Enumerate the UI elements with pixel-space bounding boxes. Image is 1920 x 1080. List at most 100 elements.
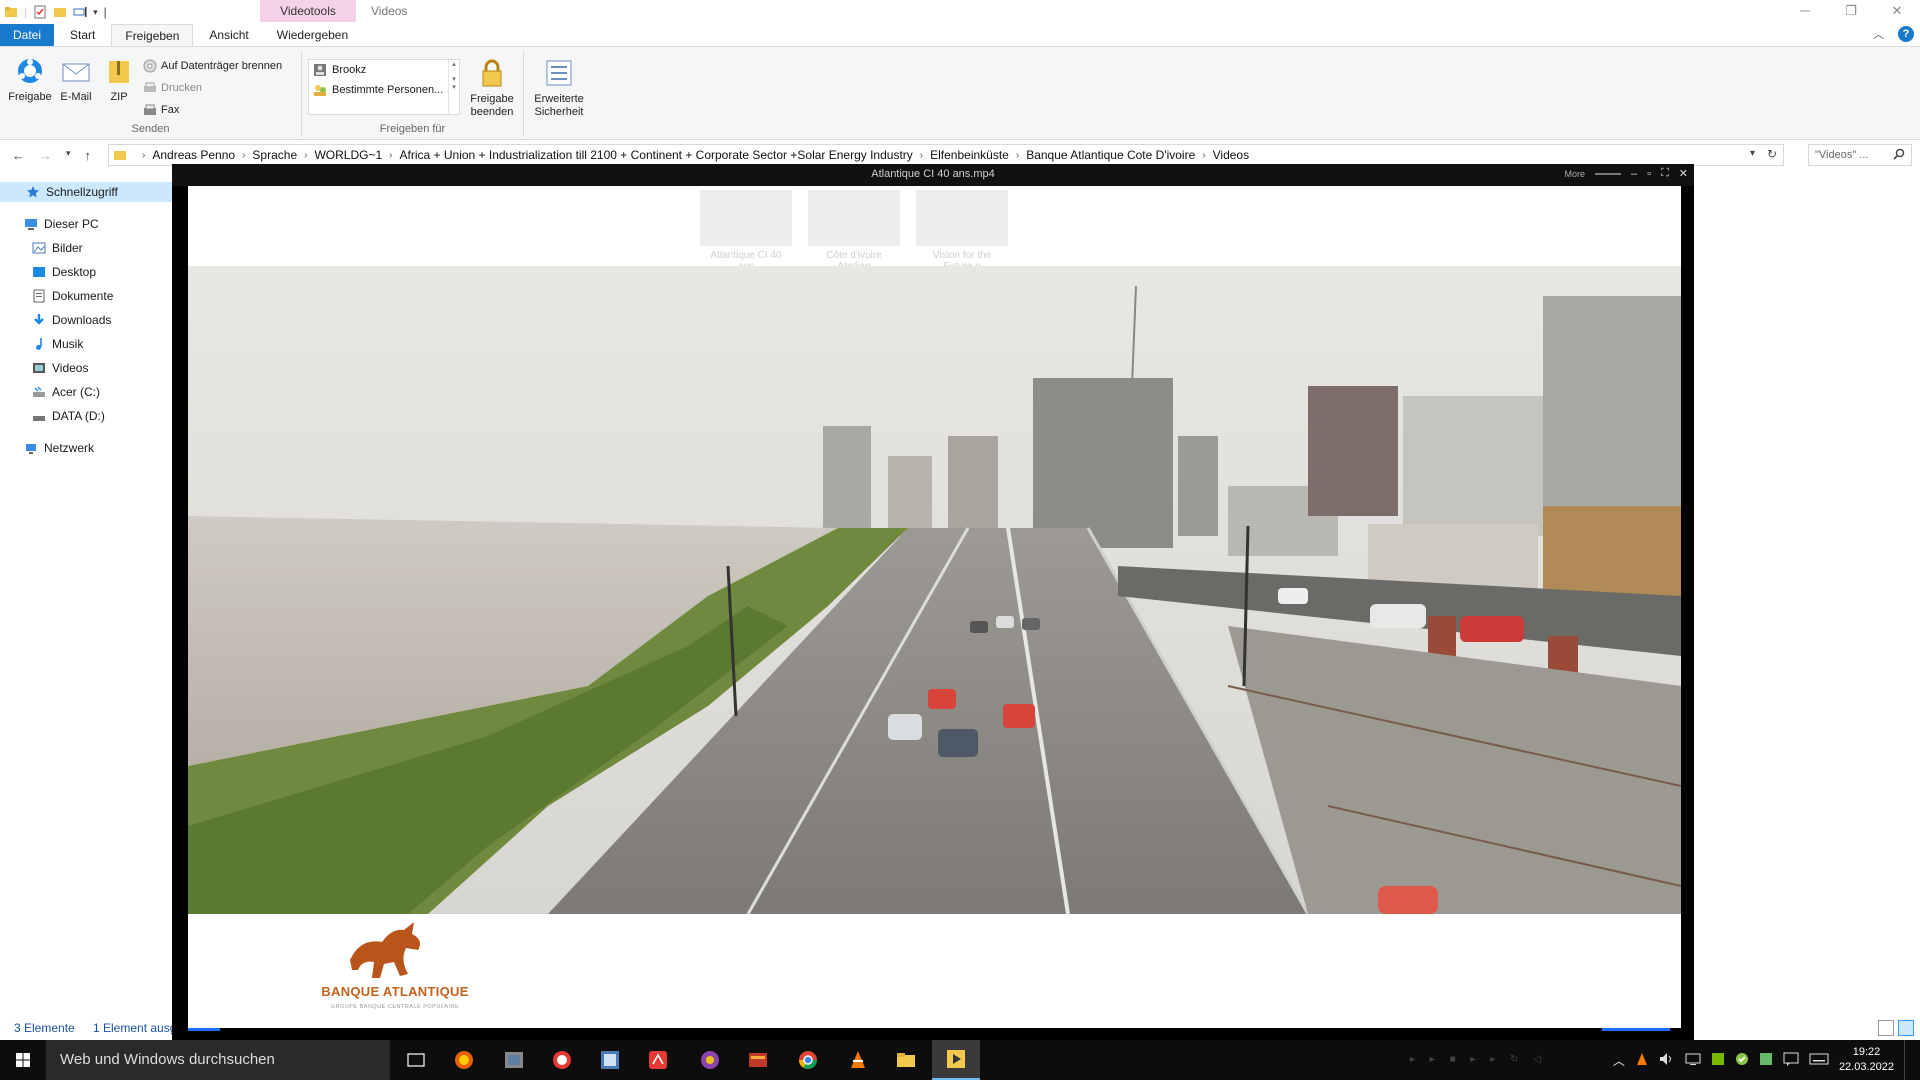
system-clock[interactable]: 19:22 22.03.2022 <box>1839 1045 1894 1075</box>
drive-icon <box>32 409 46 423</box>
app-icon-picasa[interactable] <box>686 1040 734 1080</box>
nav-item-dokumente[interactable]: Dokumente <box>32 286 113 306</box>
refresh-icon[interactable]: ↻ <box>1767 147 1777 161</box>
burn-button[interactable]: Auf Datenträger brennen <box>143 59 282 73</box>
breadcrumb-item[interactable]: Banque Atlantique Cote D'ivoire <box>1026 148 1195 162</box>
breadcrumb-item[interactable]: Africa + Union + Industrialization till … <box>400 148 913 162</box>
quick-access-toolbar: | ▾ | <box>0 0 107 24</box>
share-button[interactable]: Freigabe <box>6 55 54 104</box>
back-icon[interactable]: ← <box>12 148 25 163</box>
details-view-icon[interactable] <box>1878 1020 1894 1036</box>
new-folder-icon[interactable] <box>53 5 67 19</box>
more-menu[interactable]: More <box>1565 169 1586 179</box>
tab-ansicht[interactable]: Ansicht <box>193 24 264 46</box>
title-bar: | ▾ | Videotools Videos ─ ❐ ✕ <box>0 0 1920 24</box>
stop-sharing-button[interactable]: Freigabe beenden <box>466 57 518 119</box>
desktop-icon <box>32 265 46 279</box>
nav-item-musik[interactable]: Musik <box>32 334 83 354</box>
forward-icon[interactable]: → <box>39 148 52 163</box>
qat-dropdown-icon[interactable]: ▾ <box>93 7 98 18</box>
nav-item-drive-d[interactable]: DATA (D:) <box>32 406 105 426</box>
start-button[interactable] <box>0 1040 46 1080</box>
share-list-scrollbar[interactable]: ▴ ▾ ▾ <box>448 60 459 114</box>
nav-item-downloads[interactable]: Downloads <box>32 310 111 330</box>
volume-slider[interactable] <box>1595 172 1622 175</box>
breadcrumb-item[interactable]: Andreas Penno <box>152 148 235 162</box>
user-icon <box>313 63 327 77</box>
network-tray-icon[interactable] <box>1685 1052 1701 1069</box>
restore-icon[interactable]: ❐ <box>1828 0 1874 22</box>
breadcrumb-item[interactable]: Videos <box>1213 148 1249 162</box>
video-frame[interactable]: Atlantique CI 40ans Côte d'ivoireAbidjan… <box>188 186 1681 1028</box>
player-fullscreen-icon[interactable]: ⛶ <box>1661 167 1669 180</box>
recent-dropdown-icon[interactable]: ▾ <box>66 148 71 163</box>
share-item-specific-people[interactable]: Bestimmte Personen... <box>309 80 459 100</box>
nav-item-network[interactable]: Netzwerk <box>24 438 94 458</box>
tab-freigeben[interactable]: Freigeben <box>111 24 194 46</box>
progress-indicator <box>188 1028 220 1031</box>
share-item-brookz[interactable]: Brookz <box>309 60 459 80</box>
advanced-security-button[interactable]: Erweiterte Sicherheit <box>528 57 590 119</box>
keyboard-icon[interactable] <box>1809 1053 1829 1068</box>
address-dropdown-icon[interactable]: ▾ <box>1750 148 1755 159</box>
zip-button[interactable]: ZIP <box>104 55 134 104</box>
tab-start[interactable]: Start <box>54 24 111 46</box>
taskbar-search-input[interactable]: Web und Windows durchsuchen <box>46 1040 390 1080</box>
breadcrumb-separator: › <box>242 149 246 161</box>
app-tray-icon[interactable] <box>1759 1052 1773 1069</box>
app-icon-firefox[interactable] <box>440 1040 488 1080</box>
player-progress-area[interactable] <box>172 1028 1694 1040</box>
app-icon-archive[interactable] <box>734 1040 782 1080</box>
nav-item-bilder[interactable]: Bilder <box>32 238 83 258</box>
share-with-list: Brookz Bestimmte Personen... ▴ ▾ ▾ <box>308 59 460 115</box>
player-window-icon[interactable]: ▫ <box>1647 168 1651 180</box>
vlc-tray-icon[interactable] <box>1635 1052 1649 1069</box>
rename-icon[interactable] <box>73 5 87 19</box>
notifications-icon[interactable] <box>1783 1052 1799 1069</box>
nvidia-icon[interactable] <box>1711 1052 1725 1069</box>
context-tab-videotools[interactable]: Videotools <box>260 0 356 22</box>
print-button[interactable]: Drucken <box>143 81 202 95</box>
email-button[interactable]: E-Mail <box>54 55 98 104</box>
collapse-ribbon-icon[interactable]: ︿ <box>1873 26 1884 42</box>
nav-item-desktop[interactable]: Desktop <box>32 262 96 282</box>
close-icon[interactable]: ✕ <box>1874 0 1920 22</box>
app-icon-acrobat[interactable] <box>634 1040 682 1080</box>
large-icons-view-icon[interactable] <box>1898 1020 1914 1036</box>
app-icon-media-player-active[interactable] <box>932 1040 980 1080</box>
player-close-icon[interactable]: ✕ <box>1679 167 1688 180</box>
help-icon[interactable]: ? <box>1898 26 1914 42</box>
app-icon-screenshot[interactable] <box>586 1040 634 1080</box>
up-icon[interactable]: ↑ <box>85 148 92 163</box>
navigation-pane: Schnellzugriff Dieser PC Bilder Desktop … <box>0 180 172 1022</box>
app-icon-photos[interactable] <box>490 1040 538 1080</box>
player-minimize-icon[interactable]: – <box>1631 168 1637 180</box>
breadcrumb-item[interactable]: Sprache <box>252 148 297 162</box>
pictures-icon <box>32 241 46 255</box>
properties-icon[interactable] <box>33 5 47 19</box>
nav-item-videos[interactable]: Videos <box>32 358 88 378</box>
tab-wiedergeben[interactable]: Wiedergeben <box>265 24 360 46</box>
breadcrumb-item[interactable]: WORLDG~1 <box>314 148 382 162</box>
volume-icon[interactable] <box>1659 1052 1675 1069</box>
nav-item-drive-c[interactable]: Acer (C:) <box>32 382 100 402</box>
security-tray-icon[interactable] <box>1735 1052 1749 1069</box>
breadcrumb-item[interactable]: Elfenbeinküste <box>930 148 1009 162</box>
nav-item-this-pc[interactable]: Dieser PC <box>24 214 99 234</box>
nav-item-quick-access[interactable]: Schnellzugriff <box>0 182 172 202</box>
breadcrumb[interactable]: › Andreas Penno › Sprache › WORLDG~1 › Afri… <box>108 144 1784 166</box>
search-input[interactable]: "Videos" ... <box>1808 144 1912 166</box>
minimize-icon[interactable]: ─ <box>1782 0 1828 22</box>
app-icon-opera[interactable] <box>538 1040 586 1080</box>
app-icon-file-explorer[interactable] <box>882 1040 930 1080</box>
show-desktop-button[interactable] <box>1904 1040 1910 1080</box>
player-title-bar: Atlantique CI 40 ans.mp4 More – ▫ ⛶ ✕ <box>172 164 1694 186</box>
tray-overflow-icon[interactable]: ︿ <box>1613 1052 1625 1069</box>
app-icon-chrome[interactable] <box>784 1040 832 1080</box>
taskbar: Web und Windows durchsuchen ▸ ▸ ■ ▸ ▸ ↻ … <box>0 1040 1920 1080</box>
tab-datei[interactable]: Datei <box>0 24 55 46</box>
app-icon-vlc[interactable] <box>834 1040 882 1080</box>
fax-button[interactable]: Fax <box>143 103 179 117</box>
task-view-icon[interactable] <box>392 1040 440 1080</box>
star-icon <box>26 185 40 199</box>
